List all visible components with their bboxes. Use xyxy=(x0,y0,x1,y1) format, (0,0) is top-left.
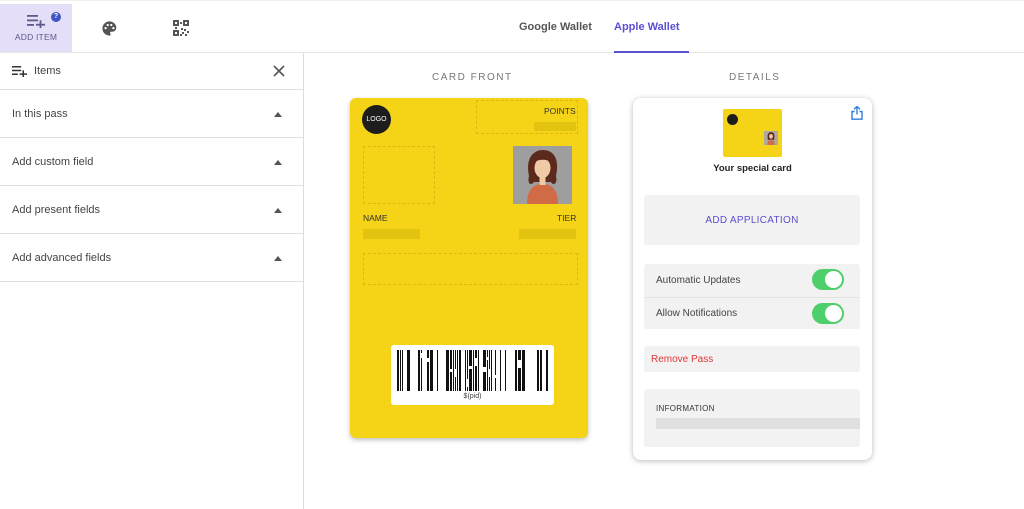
playlist-add-icon xyxy=(27,15,45,28)
remove-pass-label: Remove Pass xyxy=(651,353,714,365)
remove-pass-button[interactable]: Remove Pass xyxy=(644,346,860,372)
caret-up-icon xyxy=(274,208,282,213)
section-add-custom-field[interactable]: Add custom field xyxy=(0,138,303,186)
card-front-preview: LOGO POINTS NAME TIER $(pid) xyxy=(350,98,588,438)
automatic-updates-toggle[interactable] xyxy=(812,269,844,290)
points-value-placeholder xyxy=(534,122,576,131)
caret-up-icon xyxy=(274,112,282,117)
items-sidebar: Items In this pass Add custom field Add … xyxy=(0,53,304,509)
add-application-label: ADD APPLICATION xyxy=(705,214,799,226)
top-toolbar: ADD ITEM ? Google Wallet Apple Wallet xyxy=(0,0,1024,53)
barcode-text: $(pid) xyxy=(463,393,482,400)
section-label: In this pass xyxy=(12,107,68,120)
caret-up-icon xyxy=(274,256,282,261)
details-heading: DETAILS xyxy=(729,72,781,83)
mini-card-photo xyxy=(764,131,778,145)
allow-notifications-label: Allow Notifications xyxy=(656,308,738,319)
allow-notifications-row: Allow Notifications xyxy=(644,297,860,329)
automatic-updates-label: Automatic Updates xyxy=(656,274,741,286)
strip-field-slot[interactable] xyxy=(363,146,435,204)
section-in-this-pass[interactable]: In this pass xyxy=(0,90,303,138)
caret-up-icon xyxy=(274,160,282,165)
details-preview: Your special card ADD APPLICATION Automa… xyxy=(633,98,872,460)
toggle-group: Automatic Updates Allow Notifications xyxy=(644,264,860,329)
avatar-illustration-icon xyxy=(513,146,572,204)
tab-apple-wallet[interactable]: Apple Wallet xyxy=(614,21,680,33)
help-badge-icon[interactable]: ? xyxy=(51,12,61,22)
qr-code-icon xyxy=(173,20,189,36)
tier-value-placeholder xyxy=(519,229,576,239)
information-placeholder xyxy=(656,418,860,429)
thumbnail-image[interactable] xyxy=(513,146,572,204)
card-logo[interactable]: LOGO xyxy=(362,105,391,134)
add-item-label: ADD ITEM xyxy=(14,32,58,42)
barcode[interactable]: $(pid) xyxy=(391,345,554,405)
tab-google-wallet[interactable]: Google Wallet xyxy=(519,21,592,33)
card-name: Your special card xyxy=(713,163,792,174)
add-item-button[interactable]: ADD ITEM ? xyxy=(0,4,72,52)
allow-notifications-toggle[interactable] xyxy=(812,303,844,324)
information-label: INFORMATION xyxy=(656,404,715,413)
qr-code-button[interactable] xyxy=(164,4,198,52)
information-section: INFORMATION xyxy=(644,389,860,447)
sidebar-title: Items xyxy=(34,65,61,77)
points-label: POINTS xyxy=(544,106,576,116)
active-tab-indicator xyxy=(614,51,689,53)
section-add-present-fields[interactable]: Add present fields xyxy=(0,186,303,234)
section-label: Add advanced fields xyxy=(12,251,112,264)
sidebar-header: Items xyxy=(0,53,303,90)
barcode-graphic xyxy=(397,350,548,391)
palette-button[interactable] xyxy=(92,4,126,52)
share-icon[interactable] xyxy=(851,106,863,120)
section-label: Add present fields xyxy=(12,203,101,216)
card-thumbnail xyxy=(723,109,782,157)
section-label: Add custom field xyxy=(12,155,94,168)
section-add-advanced-fields[interactable]: Add advanced fields xyxy=(0,234,303,282)
name-label: NAME xyxy=(363,213,388,223)
mini-card-logo xyxy=(727,114,738,125)
add-application-button[interactable]: ADD APPLICATION xyxy=(644,195,860,245)
playlist-add-icon xyxy=(12,66,27,77)
avatar-illustration-icon xyxy=(764,131,778,145)
palette-icon xyxy=(101,20,116,36)
name-value-placeholder xyxy=(363,229,420,239)
card-front-heading: CARD FRONT xyxy=(432,72,513,83)
close-icon[interactable] xyxy=(272,64,286,78)
auxiliary-field-slot[interactable] xyxy=(363,253,578,285)
tier-label: TIER xyxy=(557,213,577,223)
automatic-updates-row: Automatic Updates xyxy=(644,264,860,296)
